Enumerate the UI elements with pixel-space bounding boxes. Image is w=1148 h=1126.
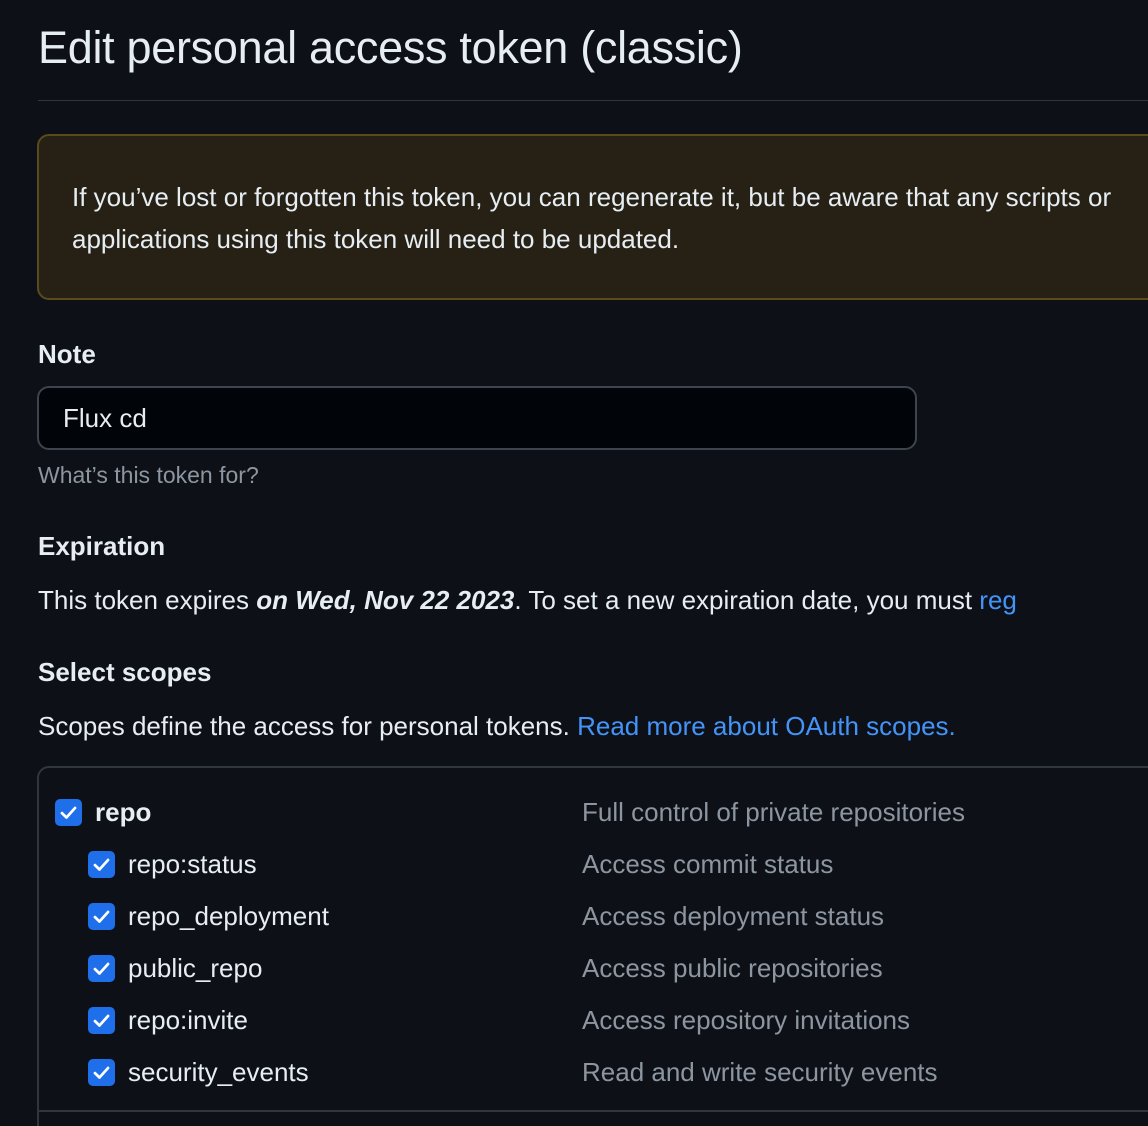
scope-row-repo: repo [55,792,151,832]
scope-checkbox-repo-status[interactable] [88,850,115,878]
scope-desc-public-repo: Access public repositories [582,953,883,983]
scope-desc-repo-invite: Access repository invitations [582,1005,911,1035]
scope-row-public-repo: public_repo [88,948,262,988]
regenerate-link[interactable]: reg [979,585,1017,615]
scope-name-repo-deployment: repo_deployment [128,900,329,931]
scope-row-repo-invite: repo:invite [88,1000,248,1040]
check-icon [93,962,110,975]
scope-name-repo-invite: repo:invite [128,1004,248,1035]
check-icon [93,858,110,871]
scope-name-security-events: security_events [128,1056,309,1087]
scope-checkbox-repo-invite[interactable] [88,1006,115,1034]
check-icon [93,1014,110,1027]
scope-checkbox-security-events[interactable] [88,1058,115,1086]
note-label: Note [38,339,96,369]
expiration-text-after: . To set a new expiration date, you must [514,585,980,615]
scope-group-divider [39,1110,1148,1112]
scope-row-repo-deployment: repo_deployment [88,896,329,936]
scope-row-repo-status: repo:status [88,844,257,884]
warning-message: If you’ve lost or forgotten this token, … [72,182,1112,254]
scope-name-public-repo: public_repo [128,952,263,983]
scope-desc-security-events: Read and write security events [582,1057,938,1087]
warning-flash: If you’ve lost or forgotten this token, … [37,134,1148,300]
scope-name-repo-status: repo:status [128,848,257,879]
title-divider [38,100,1148,101]
check-icon [93,910,110,923]
scopes-description-text: Scopes define the access for personal to… [38,711,578,741]
note-input[interactable] [37,386,917,450]
expiration-label: Expiration [38,531,166,561]
scope-checkbox-public-repo[interactable] [88,954,115,982]
expiration-text: This token expires on Wed, Nov 22 2023. … [38,585,1017,616]
scope-desc-repo-deployment: Access deployment status [582,901,885,931]
check-icon [93,1066,110,1079]
check-icon [60,806,77,819]
oauth-scopes-link[interactable]: Read more about OAuth scopes. [577,711,956,741]
edit-token-page: Edit personal access token (classic) If … [0,0,1148,1126]
scopes-description: Scopes define the access for personal to… [38,711,956,742]
expiration-date: on Wed, Nov 22 2023 [256,585,515,615]
scope-checkbox-repo[interactable] [55,798,82,826]
scope-desc-repo: Full control of private repositories [582,797,965,827]
note-hint: What’s this token for? [38,462,259,488]
scope-checkbox-repo-deployment[interactable] [88,902,115,930]
page-title: Edit personal access token (classic) [38,22,743,73]
expiration-text-before: This token expires [38,585,257,615]
scope-desc-repo-status: Access commit status [582,849,834,879]
scope-name-repo: repo [95,796,152,827]
scope-row-security-events: security_events [88,1052,309,1092]
scopes-label: Select scopes [38,657,212,687]
